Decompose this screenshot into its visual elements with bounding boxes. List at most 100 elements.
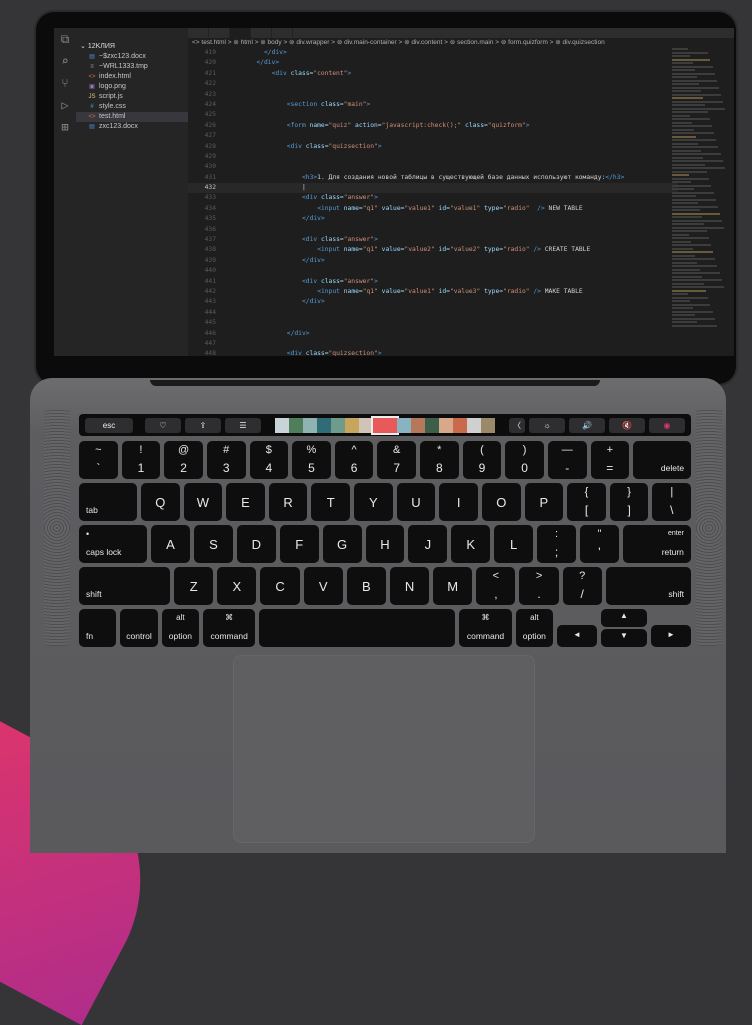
key-w[interactable]: W: [183, 483, 223, 521]
key-n[interactable]: N: [389, 567, 430, 605]
key-f[interactable]: F: [279, 525, 319, 563]
option-right-key[interactable]: alt option: [515, 609, 553, 647]
arrow-left-key[interactable]: ◄: [557, 625, 597, 647]
key-][interactable]: }]: [609, 483, 649, 521]
key-0[interactable]: ) 0: [505, 441, 544, 479]
key-s[interactable]: S: [193, 525, 233, 563]
shift-right-key[interactable]: shift: [605, 567, 691, 605]
key-8[interactable]: * 8: [420, 441, 459, 479]
key-i[interactable]: I: [439, 483, 478, 521]
key-4[interactable]: $4: [249, 441, 289, 479]
key-.[interactable]: >.: [519, 567, 559, 605]
photo-thumbnail[interactable]: [303, 417, 317, 433]
key-[[interactable]: {[: [567, 483, 606, 521]
file-item[interactable]: ▤ ~$zxc123.docx: [76, 52, 188, 62]
delete-key[interactable]: delete: [633, 441, 692, 479]
photo-thumbnail[interactable]: [275, 417, 289, 433]
key-'[interactable]: " ': [579, 525, 619, 563]
key-1[interactable]: ! 1: [121, 441, 161, 479]
photo-scrubber[interactable]: [275, 415, 495, 435]
key-\[interactable]: | \: [652, 483, 692, 521]
key-5[interactable]: % 5: [292, 441, 331, 479]
key-g[interactable]: G: [322, 525, 362, 563]
option-left-key[interactable]: alt option: [161, 609, 200, 647]
key-7[interactable]: & 7: [377, 441, 416, 479]
file-item[interactable]: <> test.html: [76, 112, 188, 122]
explorer-folder[interactable]: ⌄ 12KЛИЯ: [76, 42, 188, 52]
key-9[interactable]: (9: [462, 441, 502, 479]
file-item[interactable]: <> index.html: [76, 72, 188, 82]
fn-key[interactable]: fn: [79, 609, 117, 647]
return-key[interactable]: enter return: [622, 525, 691, 563]
photo-thumbnail[interactable]: [481, 417, 495, 433]
photo-thumbnail[interactable]: [345, 417, 359, 433]
key-q[interactable]: Q: [140, 483, 180, 521]
key-j[interactable]: J: [408, 525, 448, 563]
file-item[interactable]: ≡ ~WRL1333.tmp: [76, 62, 188, 72]
key-b[interactable]: B: [346, 567, 386, 605]
key-u[interactable]: U: [396, 483, 436, 521]
key-/[interactable]: ? /: [562, 567, 602, 605]
key-d[interactable]: D: [236, 525, 276, 563]
minimap[interactable]: [672, 48, 726, 348]
key-2[interactable]: @2: [164, 441, 203, 479]
control-key[interactable]: control: [120, 609, 158, 647]
files-icon[interactable]: ⧉: [54, 28, 76, 50]
mute-icon[interactable]: 🔇: [609, 417, 645, 433]
space-key[interactable]: [259, 609, 456, 647]
share-icon[interactable]: ⇪: [185, 417, 221, 433]
photo-thumbnail[interactable]: [331, 417, 345, 433]
file-item[interactable]: JS script.js: [76, 92, 188, 102]
brightness-icon[interactable]: ☼: [529, 417, 565, 433]
key-`[interactable]: ~ `: [79, 441, 118, 479]
tab-key[interactable]: tab: [79, 483, 137, 521]
key-p[interactable]: P: [524, 483, 564, 521]
trackpad[interactable]: [233, 655, 535, 843]
key-e[interactable]: E: [226, 483, 265, 521]
key-m[interactable]: M: [433, 567, 473, 605]
tab-active[interactable]: [230, 28, 251, 38]
photo-thumbnail[interactable]: [453, 417, 467, 433]
photo-thumbnail[interactable]: [397, 417, 411, 433]
key-r[interactable]: R: [268, 483, 308, 521]
photo-thumbnail[interactable]: [425, 417, 439, 433]
tab-blank[interactable]: [251, 28, 272, 38]
key-k[interactable]: K: [451, 525, 491, 563]
collapse-icon[interactable]: 〈: [509, 417, 525, 433]
key-x[interactable]: X: [217, 567, 257, 605]
photo-thumbnail[interactable]: [467, 417, 481, 433]
arrow-up-key[interactable]: ▲: [601, 609, 647, 627]
file-item[interactable]: ▣ logo.png: [76, 82, 188, 92]
run-debug-icon[interactable]: ▷: [54, 94, 76, 116]
code-editor[interactable]: 419 </div> 420 </div> 421 <div class="content…: [188, 48, 678, 356]
favorite-heart-icon[interactable]: ♡: [145, 417, 181, 433]
key-l[interactable]: L: [494, 525, 534, 563]
arrow-down-key[interactable]: ▼: [601, 629, 647, 647]
key-y[interactable]: Y: [354, 483, 393, 521]
breadcrumb[interactable]: <> test.html > ⊚ html > ⊚ body > ⊚ div.w…: [188, 38, 734, 48]
key-h[interactable]: H: [365, 525, 405, 563]
key-6[interactable]: ^ 6: [334, 441, 374, 479]
file-item[interactable]: # style.css: [76, 102, 188, 112]
photo-thumbnail[interactable]: [371, 415, 399, 435]
tab-blank[interactable]: [209, 28, 230, 38]
photo-thumbnail[interactable]: [359, 417, 373, 433]
command-left-key[interactable]: ⌘ command: [203, 609, 256, 647]
tab-blank[interactable]: [272, 28, 293, 38]
key-,[interactable]: <,: [476, 567, 516, 605]
key-=[interactable]: + =: [590, 441, 630, 479]
key-v[interactable]: V: [303, 567, 343, 605]
key-o[interactable]: O: [481, 483, 521, 521]
photo-thumbnail[interactable]: [411, 417, 425, 433]
caps-lock-key[interactable]: • caps lock: [79, 525, 148, 563]
key--[interactable]: — -: [547, 441, 587, 479]
key-t[interactable]: T: [311, 483, 351, 521]
key-a[interactable]: A: [151, 525, 190, 563]
search-icon[interactable]: ⌕: [54, 50, 76, 72]
key-z[interactable]: Z: [174, 567, 214, 605]
key-c[interactable]: C: [260, 567, 300, 605]
adjust-sliders-icon[interactable]: ☰: [225, 417, 261, 433]
volume-icon[interactable]: 🔊: [569, 417, 605, 433]
photo-thumbnail[interactable]: [439, 417, 453, 433]
source-control-icon[interactable]: ⑂: [54, 72, 76, 94]
